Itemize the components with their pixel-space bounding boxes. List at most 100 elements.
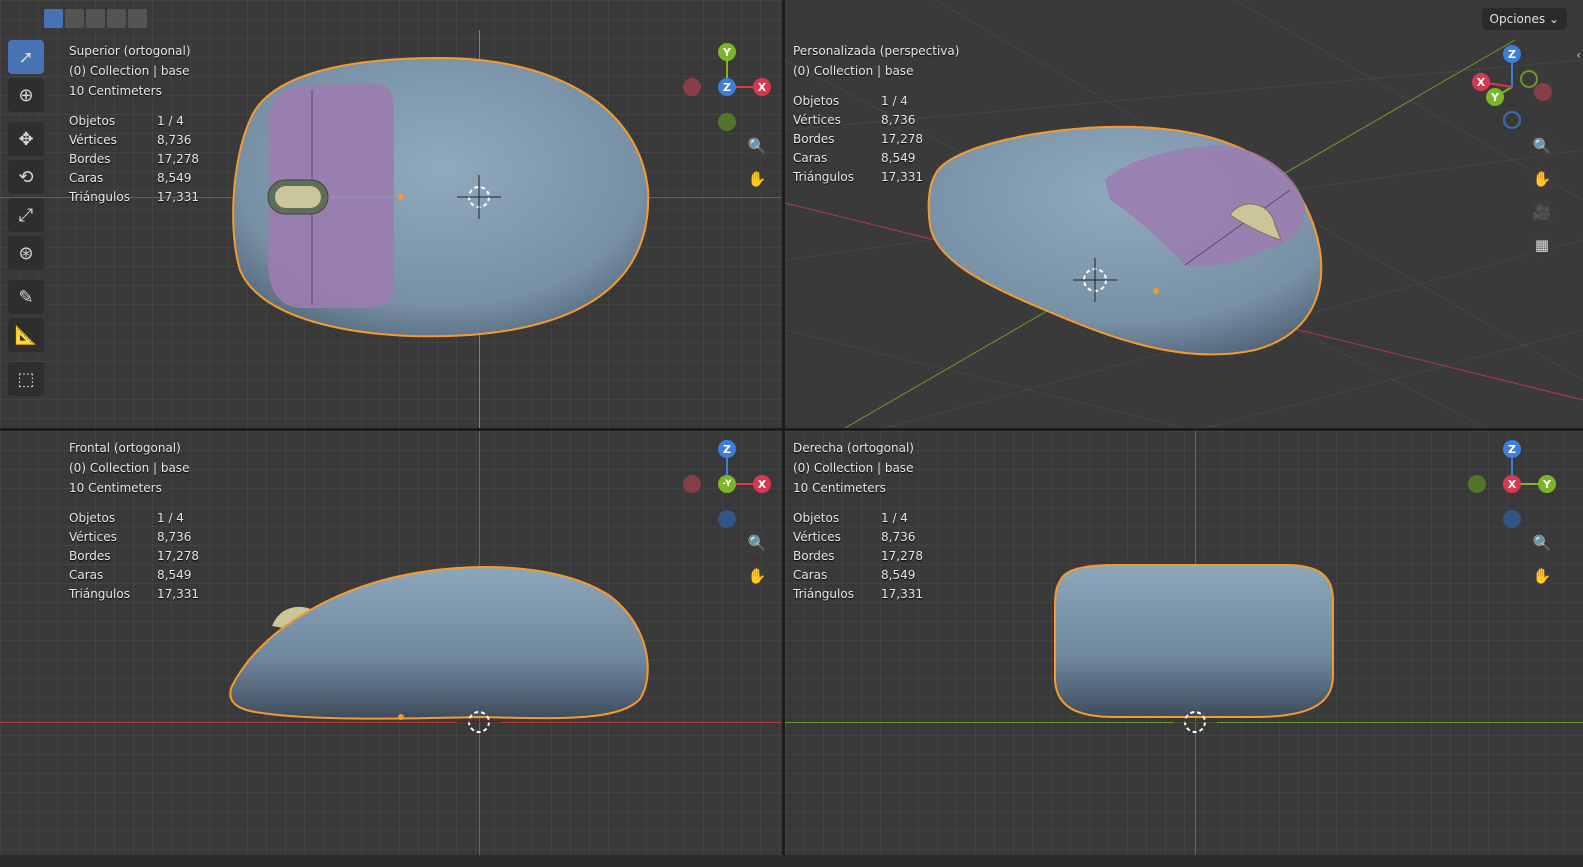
stat-value: 8,549 bbox=[157, 568, 192, 582]
stat-label: Objetos bbox=[793, 511, 840, 525]
navigation-gizmo[interactable]: Y Z X bbox=[682, 42, 772, 132]
collapse-sidebar-icon[interactable]: ‹ bbox=[1576, 48, 1581, 62]
gizmo-x-axis[interactable]: X bbox=[753, 78, 771, 96]
stat-value: 17,278 bbox=[881, 132, 923, 146]
viewport-info: Derecha (ortogonal) (0) Collection | bas… bbox=[793, 438, 914, 498]
scene-stats: Objetos 1 / 4 Vértices 8,736 Bordes 17,278 … bbox=[793, 92, 923, 187]
zoom-icon[interactable]: 🔍 bbox=[744, 530, 770, 556]
move-icon[interactable]: ✥ bbox=[8, 122, 44, 156]
add-cube-icon[interactable]: ⬚ bbox=[8, 362, 44, 396]
stat-label: Objetos bbox=[69, 511, 116, 525]
view-title: Derecha (ortogonal) bbox=[793, 441, 914, 455]
gizmo-neg-z-axis[interactable] bbox=[718, 510, 736, 528]
select-intersect-icon[interactable] bbox=[128, 9, 147, 28]
stat-label: Vértices bbox=[793, 113, 841, 127]
3d-cursor-icon[interactable]: ⊕ bbox=[8, 78, 44, 112]
gizmo-neg-x-axis[interactable] bbox=[683, 78, 701, 96]
viewport-info: Superior (ortogonal) (0) Collection | ba… bbox=[69, 41, 191, 101]
perspective-grid-icon[interactable]: ▦ bbox=[1529, 232, 1555, 258]
gizmo-z-axis[interactable]: Z bbox=[718, 78, 736, 96]
stat-value: 17,278 bbox=[157, 549, 199, 563]
stat-value: 1 / 4 bbox=[157, 114, 184, 128]
stat-label: Caras bbox=[793, 151, 828, 165]
gizmo-y-axis[interactable]: Y bbox=[718, 43, 736, 61]
stat-label: Bordes bbox=[69, 549, 111, 563]
gizmo-neg-y-axis[interactable] bbox=[1468, 475, 1486, 493]
gizmo-neg-y-axis[interactable] bbox=[718, 113, 736, 131]
viewport-top[interactable]: ➚ ⊕ ✥ ⟲ ⤢ ⊛ ✎ 📐 ⬚ Superior (ortogonal) (… bbox=[0, 0, 782, 428]
stat-value: 8,736 bbox=[157, 530, 192, 544]
gizmo-y-axis[interactable]: Y bbox=[1538, 475, 1556, 493]
stat-value: 1 / 4 bbox=[881, 511, 908, 525]
stat-label: Caras bbox=[69, 568, 104, 582]
view-title: Frontal (ortogonal) bbox=[69, 441, 181, 455]
viewport-right[interactable]: Derecha (ortogonal) (0) Collection | bas… bbox=[785, 431, 1583, 855]
gizmo-y-axis[interactable]: Y bbox=[1486, 88, 1504, 106]
status-bar bbox=[0, 855, 1583, 867]
gizmo-neg-x-axis[interactable] bbox=[683, 475, 701, 493]
select-mode-bar bbox=[44, 9, 147, 29]
ruler-icon[interactable]: 📐 bbox=[8, 318, 44, 352]
select-difference-icon[interactable] bbox=[107, 9, 126, 28]
zoom-icon[interactable]: 🔍 bbox=[744, 133, 770, 159]
view-title: Superior (ortogonal) bbox=[69, 44, 191, 58]
options-dropdown[interactable]: Opciones ⌄ bbox=[1481, 8, 1567, 30]
stat-value: 1 / 4 bbox=[881, 94, 908, 108]
gizmo-z-axis[interactable]: Z bbox=[1503, 440, 1521, 458]
collection-label: (0) Collection | base bbox=[69, 64, 190, 78]
stat-value: 17,331 bbox=[157, 587, 199, 601]
stat-label: Objetos bbox=[793, 94, 840, 108]
cursor-box-icon[interactable]: ➚ bbox=[8, 40, 44, 74]
stat-label: Triángulos bbox=[793, 170, 854, 184]
navigation-gizmo[interactable]: Z Y X bbox=[1467, 42, 1557, 132]
scale-icon[interactable]: ⤢ bbox=[8, 198, 44, 232]
gizmo-neg-z-axis[interactable] bbox=[1503, 111, 1521, 129]
stat-label: Objetos bbox=[69, 114, 116, 128]
navigation-gizmo[interactable]: Z X Y bbox=[1467, 439, 1557, 529]
pan-hand-icon[interactable]: ✋ bbox=[1529, 563, 1555, 589]
tool-shelf: ➚ ⊕ ✥ ⟲ ⤢ ⊛ ✎ 📐 ⬚ bbox=[6, 40, 50, 400]
select-subtract-icon[interactable] bbox=[86, 9, 105, 28]
gizmo-z-axis[interactable]: Z bbox=[1503, 45, 1521, 63]
gizmo-x-axis[interactable]: X bbox=[1472, 73, 1490, 91]
scale-label: 10 Centimeters bbox=[69, 84, 162, 98]
rotate-icon[interactable]: ⟲ bbox=[8, 160, 44, 194]
scene-stats: Objetos 1 / 4 Vértices 8,736 Bordes 17,278 … bbox=[69, 112, 199, 207]
pencil-icon[interactable]: ✎ bbox=[8, 280, 44, 314]
stat-value: 17,278 bbox=[157, 152, 199, 166]
stat-value: 8,736 bbox=[881, 530, 916, 544]
chevron-down-icon: ⌄ bbox=[1548, 12, 1559, 26]
gizmo-neg-y-axis[interactable]: -Y bbox=[718, 475, 736, 493]
select-extend-icon[interactable] bbox=[65, 9, 84, 28]
stat-label: Triángulos bbox=[793, 587, 854, 601]
stat-label: Bordes bbox=[69, 152, 111, 166]
stat-value: 8,549 bbox=[881, 151, 916, 165]
scene-stats: Objetos 1 / 4 Vértices 8,736 Bordes 17,278 … bbox=[793, 509, 923, 604]
navigation-gizmo[interactable]: Z -Y X bbox=[682, 439, 772, 529]
stat-label: Caras bbox=[793, 568, 828, 582]
stat-value: 1 / 4 bbox=[157, 511, 184, 525]
gizmo-x-axis[interactable]: X bbox=[753, 475, 771, 493]
select-new-icon[interactable] bbox=[44, 9, 63, 28]
pan-hand-icon[interactable]: ✋ bbox=[744, 563, 770, 589]
zoom-icon[interactable]: 🔍 bbox=[1529, 133, 1555, 159]
stat-value: 8,549 bbox=[157, 171, 192, 185]
zoom-icon[interactable]: 🔍 bbox=[1529, 530, 1555, 556]
gizmo-x-axis[interactable]: X bbox=[1503, 475, 1521, 493]
pan-hand-icon[interactable]: ✋ bbox=[744, 166, 770, 192]
gizmo-neg-x-axis[interactable] bbox=[1534, 83, 1552, 101]
viewport-info: Personalizada (perspectiva) (0) Collecti… bbox=[793, 41, 959, 81]
stat-label: Vértices bbox=[69, 133, 117, 147]
viewport-front[interactable]: Frontal (ortogonal) (0) Collection | bas… bbox=[0, 431, 782, 855]
viewport-perspective[interactable]: Personalizada (perspectiva) (0) Collecti… bbox=[785, 0, 1583, 428]
stat-value: 17,278 bbox=[881, 549, 923, 563]
gizmo-neg-z-axis[interactable] bbox=[1503, 510, 1521, 528]
viewport-info: Frontal (ortogonal) (0) Collection | bas… bbox=[69, 438, 189, 498]
stat-value: 17,331 bbox=[157, 190, 199, 204]
stat-label: Caras bbox=[69, 171, 104, 185]
camera-icon[interactable]: 🎥 bbox=[1529, 199, 1555, 225]
stat-label: Vértices bbox=[793, 530, 841, 544]
gizmo-z-axis[interactable]: Z bbox=[718, 440, 736, 458]
transform-icon[interactable]: ⊛ bbox=[8, 236, 44, 270]
pan-hand-icon[interactable]: ✋ bbox=[1529, 166, 1555, 192]
